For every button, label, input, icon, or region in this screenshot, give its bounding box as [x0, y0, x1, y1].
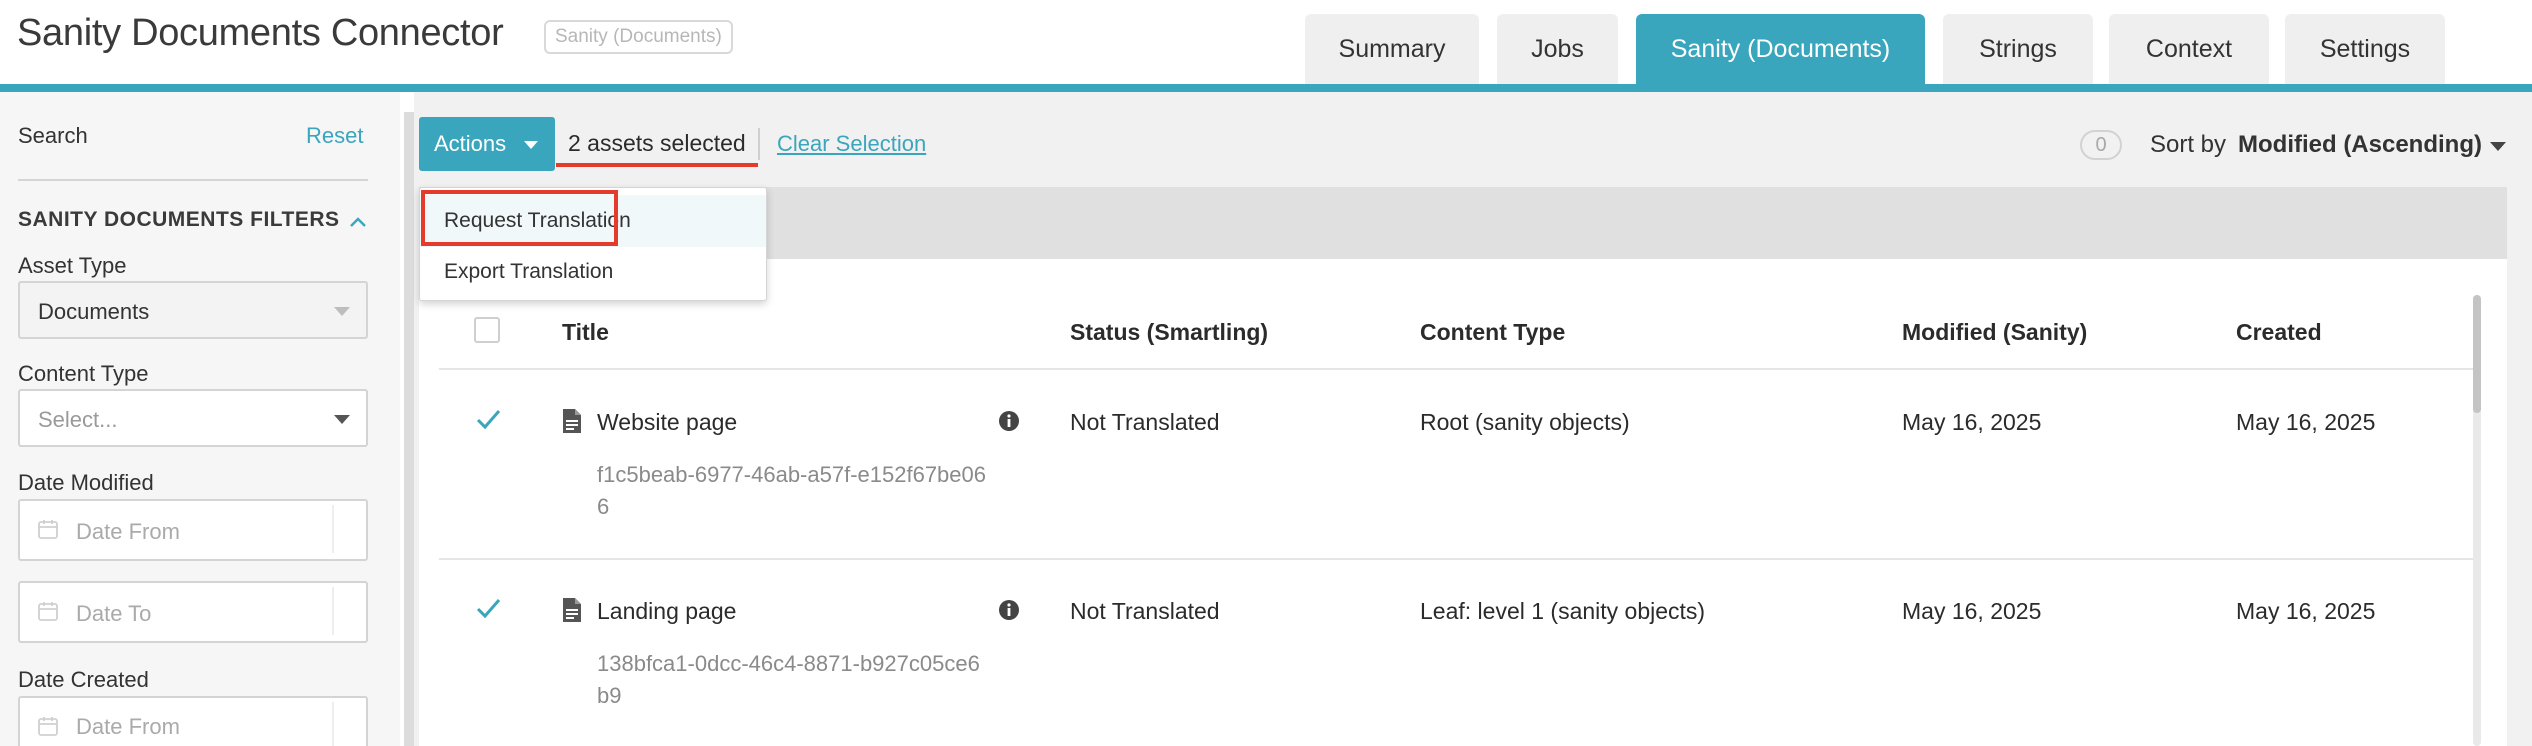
row-status: Not Translated [1070, 409, 1220, 435]
asset-type-label: Asset Type [18, 253, 127, 278]
field-segment [332, 702, 334, 746]
column-header-content-type[interactable]: Content Type [1420, 319, 1565, 346]
chevron-down-icon [334, 415, 350, 424]
search-label: Search [18, 123, 88, 148]
row-created-date: May 16, 2025 [2236, 598, 2376, 624]
calendar-icon [38, 520, 58, 539]
date-modified-to-placeholder: Date To [76, 601, 152, 626]
document-icon [563, 409, 581, 433]
reset-link[interactable]: Reset [306, 123, 363, 149]
toolbar-separator [758, 128, 760, 160]
date-created-from-placeholder: Date From [76, 714, 180, 739]
select-all-checkbox[interactable] [474, 317, 500, 343]
row-asset-id-line: 138bfca1-0dcc-46c4-8871-b927c05ce6 [597, 651, 980, 676]
column-header-status[interactable]: Status (Smartling) [1070, 319, 1268, 346]
column-header-modified[interactable]: Modified (Sanity) [1902, 319, 2087, 346]
row-asset-id: 138bfca1-0dcc-46c4-8871-b927c05ce6 b9 [597, 648, 997, 712]
header-divider [439, 368, 2473, 370]
chevron-down-icon [334, 307, 350, 316]
row-asset-id-line: 6 [597, 494, 610, 519]
calendar-icon [38, 717, 58, 736]
date-created-from-field[interactable]: Date From [18, 696, 368, 746]
sidebar-rule [18, 179, 368, 181]
connector-badge: Sanity (Documents) [544, 20, 733, 54]
app-header: Sanity Documents Connector Sanity (Docum… [0, 0, 2532, 92]
column-header-created[interactable]: Created [2236, 319, 2322, 346]
count-badge: 0 [2080, 130, 2122, 160]
row-content-type: Root (sanity objects) [1420, 409, 1630, 435]
tab-jobs[interactable]: Jobs [1497, 14, 1618, 84]
header-accent-bar [0, 84, 2532, 92]
info-icon[interactable] [998, 599, 1020, 621]
menu-item-request-translation[interactable]: Request Translation [420, 195, 766, 247]
row-title[interactable]: Landing page [597, 598, 736, 625]
row-modified-date: May 16, 2025 [1902, 598, 2042, 624]
row-created-date: May 16, 2025 [2236, 409, 2376, 435]
row-modified-date: May 16, 2025 [1902, 409, 2042, 435]
date-modified-label: Date Modified [18, 470, 154, 495]
date-modified-from-placeholder: Date From [76, 519, 180, 544]
filters-section-title: SANITY DOCUMENTS FILTERS [18, 208, 340, 231]
menu-item-export-translation[interactable]: Export Translation [420, 246, 766, 298]
date-created-label: Date Created [18, 667, 149, 692]
tab-summary[interactable]: Summary [1305, 14, 1479, 84]
chevron-up-icon[interactable] [346, 210, 370, 234]
clear-selection-link[interactable]: Clear Selection [777, 131, 926, 157]
selection-count: 2 assets selected [568, 130, 746, 156]
date-modified-from-field[interactable]: Date From [18, 499, 368, 561]
row-checkbox-checked[interactable] [474, 594, 502, 622]
tab-settings[interactable]: Settings [2285, 14, 2445, 84]
actions-menu: Request Translation Export Translation [419, 187, 767, 301]
date-modified-to-field[interactable]: Date To [18, 581, 368, 643]
row-asset-id: f1c5beab-6977-46ab-a57f-e152f67be06 6 [597, 459, 997, 523]
tab-strings[interactable]: Strings [1943, 14, 2093, 84]
sort-select[interactable]: Modified (Ascending) [2238, 131, 2482, 159]
document-icon [563, 598, 581, 622]
field-segment [332, 505, 334, 553]
row-divider [439, 558, 2473, 560]
actions-button[interactable]: Actions [419, 117, 555, 171]
info-icon[interactable] [998, 410, 1020, 432]
content-type-label: Content Type [18, 361, 149, 386]
row-content-type: Leaf: level 1 (sanity objects) [1420, 598, 1706, 624]
selection-highlight-underline [556, 163, 758, 167]
row-checkbox-checked[interactable] [474, 405, 502, 433]
field-segment [332, 587, 334, 635]
row-title[interactable]: Website page [597, 409, 737, 436]
content-type-select[interactable]: Select... [18, 389, 368, 447]
tab-sanity-documents[interactable]: Sanity (Documents) [1636, 14, 1925, 84]
actions-label: Actions [434, 131, 507, 156]
chevron-down-icon [524, 141, 538, 149]
table-scrollbar-thumb[interactable] [2473, 295, 2481, 413]
column-header-title[interactable]: Title [562, 319, 609, 346]
content-type-placeholder: Select... [38, 407, 118, 432]
page-title: Sanity Documents Connector [17, 12, 504, 54]
asset-type-value: Documents [38, 299, 150, 324]
calendar-icon [38, 602, 58, 621]
row-status: Not Translated [1070, 598, 1220, 624]
asset-type-select[interactable]: Documents [18, 281, 368, 339]
chevron-down-icon[interactable] [2490, 142, 2506, 151]
row-asset-id-line: b9 [597, 683, 622, 708]
tab-context[interactable]: Context [2109, 14, 2269, 84]
row-asset-id-line: f1c5beab-6977-46ab-a57f-e152f67be06 [597, 462, 986, 487]
sidebar-divider[interactable] [404, 112, 414, 746]
sort-label: Sort by [2150, 131, 2227, 158]
